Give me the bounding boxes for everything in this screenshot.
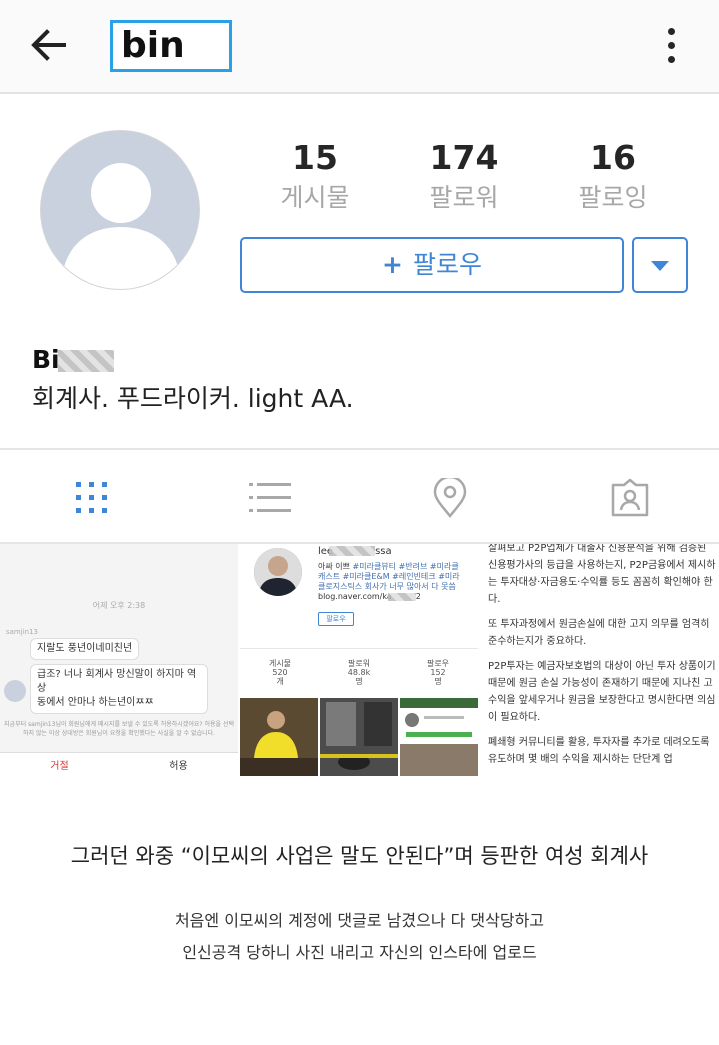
arrow-left-icon [31,29,66,61]
plus-icon: + [382,250,403,279]
followers-count: 174 [429,138,499,177]
chat-bubble-line: 동에서 안마나 하는년이ㅉㅉ [37,697,154,708]
mini-stat: 게시물 520 개 [240,659,320,686]
display-name-text: Bi [32,345,60,374]
censor-blur [57,350,114,372]
chat-username: samjin13 [6,628,38,636]
mini-stat-unit: 명 [355,677,363,686]
photo-thumbnail [400,698,478,776]
photo-thumbnail [320,698,398,776]
mini-bio-tags: 클로지스틱스 회사가 너무 많아서 다 못씀 [318,582,456,591]
chat-timestamp: 어제 오후 2:38 [92,601,146,610]
follow-label: 팔로우 [412,250,482,279]
followers-label: 팔로워 [429,183,499,212]
post-thumbnail-article[interactable]: 살펴보고 P2P업체가 대출자 신용분석을 위해 검증된 신용평가사의 등급을 … [480,544,719,776]
accept-button: 허용 [169,761,188,772]
following-label: 팔로잉 [578,183,648,212]
back-button[interactable] [28,24,70,66]
username-title: bin [110,20,232,72]
triangle-down-icon [651,261,669,271]
tab-grid[interactable] [72,478,112,518]
caption-line: 처음엔 이모씨의 계정에 댓글로 남겼으나 다 댓삭당하고 [174,911,545,930]
chat-actions: 거절 허용 [0,752,238,776]
tab-tagged[interactable] [610,478,650,518]
display-name: Bi [32,344,114,376]
mini-stat-value: 48.8k [347,668,371,677]
chat-bubble: 급조? 너나 회계사 망신말이 하지마 역상 동에서 안마나 하는년이ㅉㅉ [30,664,208,714]
mini-photo-grid [240,698,478,776]
mini-stats: 게시물 520 개 팔로워 48.8k 명 팔로우 152 명 [240,648,478,686]
photo-thumbnail [240,698,318,776]
profile-bio: 회계사. 푸드라이커. light AA. [32,384,354,413]
censor-blur [329,546,376,556]
grid-view-icon [76,482,107,513]
chat-bubble-line: 급조? 너나 회계사 망신말이 하지마 역상 [37,669,197,694]
more-options-button[interactable] [656,24,686,68]
post-thumbnail-chat[interactable]: 어제 오후 2:38 samjin13 지랄도 풍년이네미친년 급조? 너나 회… [0,544,238,776]
chat-bubble: 지랄도 풍년이네미친년 [30,638,140,660]
username-text: bin [121,25,185,66]
post-thumbnail-profile[interactable]: lee ssa 아싸 이쁘 #미라클뷰티 #반려브 #미라클 캐스트 #미라클E&… [240,544,478,776]
caption-headline: 그러던 와중 “이모씨의 사업은 말도 안된다”며 등판한 여성 회계사 [70,844,649,868]
article-paragraph: P2P투자는 예금자보호법의 대상이 아닌 투자 상품이기 때문에 원금 손실 … [488,661,716,723]
tab-location[interactable] [432,475,468,519]
location-pin-icon [433,475,467,519]
posts-count: 15 [292,138,338,177]
article-paragraph: 또 투자과정에서 원금손실에 대한 고지 의무를 엄격히 준수하는지가 중요하다… [488,619,710,647]
censor-blur [387,592,416,601]
posts-stat[interactable]: 15 게시물 [245,138,385,218]
mini-follow-button: 팔로우 [318,612,354,626]
article-paragraph: 살펴보고 P2P업체가 대출자 신용분석을 위해 검증된 신용평가사의 등급을 … [488,544,716,605]
followers-stat[interactable]: 174 팔로워 [394,138,534,218]
default-avatar-icon [41,131,199,289]
mini-bio: 아싸 이쁘 #미라클뷰티 #반려브 #미라클 캐스트 #미라클E&M #레인빈테… [318,562,474,602]
chat-request-note: 지금부터 samjin13님이 회원님에게 메시지를 보낼 수 있도록 허용하시… [4,721,234,737]
mini-stat-unit: 명 [434,677,442,686]
mini-bio-tags: #미라클뷰티 #반려브 #미라클 [349,562,459,571]
person-photo-icon [254,548,302,596]
mini-bio-link: blog.naver.com/ka [318,592,392,601]
mini-stat-label: 게시물 [268,659,292,668]
mini-bio-link-end: 2 [415,592,421,601]
chat-avatar [4,680,26,702]
mini-avatar [254,548,302,596]
following-count: 16 [590,138,636,177]
decline-button: 거절 [50,761,69,772]
following-stat[interactable]: 16 팔로잉 [543,138,683,218]
suggestions-dropdown-button[interactable] [632,237,688,293]
follow-button[interactable]: + 팔로우 [240,237,624,293]
profile-tabs [0,448,719,544]
mini-stat-label: 팔로우 [426,659,450,668]
top-app-bar: bin [0,0,719,94]
mini-bio-text: 아싸 이쁘 [318,562,350,571]
mini-stat-value: 520 [272,668,288,677]
avatar[interactable] [40,130,200,290]
mini-stat-unit: 개 [276,677,284,686]
mini-username-end: ssa [375,546,392,557]
post-grid: 어제 오후 2:38 samjin13 지랄도 풍년이네미친년 급조? 너나 회… [0,544,719,776]
article-paragraph: 폐쇄형 커뮤니티를 활용, 투자자를 추가로 데려오도록 유도하며 몇 배의 수… [488,737,710,765]
mini-stat: 팔로워 48.8k 명 [319,659,399,686]
caption-line: 인신공격 당하니 사진 내리고 자신의 인스타에 업로드 [182,943,537,962]
mini-username: lee ssa [318,546,392,557]
posts-label: 게시물 [280,183,350,212]
more-vertical-icon [656,28,686,63]
list-view-icon [249,483,291,512]
tagged-photos-icon [611,478,649,517]
mini-stat: 팔로우 152 명 [398,659,478,686]
mini-stat-value: 152 [430,668,446,677]
tab-list[interactable] [249,478,291,518]
mini-bio-tags: 캐스트 #미라클E&M #레인빈테크 #미라 [318,572,460,581]
mini-stat-label: 팔로워 [347,659,371,668]
